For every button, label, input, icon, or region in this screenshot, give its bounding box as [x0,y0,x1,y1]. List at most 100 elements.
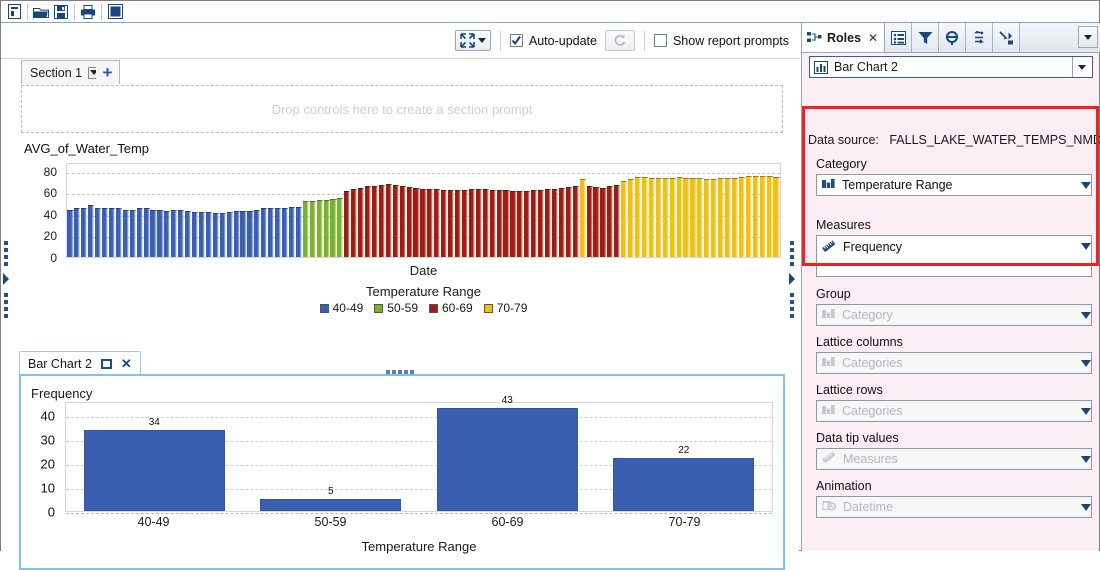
bar[interactable] [150,210,156,258]
chevron-down-icon[interactable] [1078,496,1094,518]
bar[interactable] [503,190,509,257]
bar[interactable] [531,190,537,257]
bar[interactable] [206,212,212,257]
bar[interactable] [746,176,752,257]
bar[interactable] [420,189,426,257]
fit-to-screen-button[interactable] [455,30,491,51]
bar[interactable] [144,208,150,257]
ranks-icon[interactable] [939,23,966,52]
bar[interactable] [109,208,115,257]
object-tab-bar-chart-2[interactable]: Bar Chart 2 ✕ [19,351,141,375]
bar[interactable] [427,189,433,257]
bar[interactable] [254,210,260,258]
bar[interactable] [718,178,724,257]
chevron-down-icon[interactable] [1078,304,1094,326]
legend-item[interactable]: 70-79 [484,301,528,315]
bar[interactable] [157,210,163,258]
bar[interactable] [400,186,406,257]
bar[interactable] [303,201,309,257]
bar[interactable] [441,190,447,257]
bar[interactable] [192,212,198,257]
bar[interactable] [573,186,579,257]
bar[interactable] [386,184,392,257]
bar[interactable] [413,188,419,257]
refresh-button[interactable] [605,30,635,51]
bar[interactable] [275,208,281,257]
section-prompt-dropzone[interactable]: Drop controls here to create a section p… [21,85,783,133]
bar[interactable] [330,199,336,257]
bar[interactable]: 22 [613,458,754,511]
bar[interactable] [81,208,87,257]
bar[interactable] [462,190,468,257]
bar[interactable] [753,176,759,257]
save-icon[interactable] [51,3,71,21]
bar[interactable] [337,198,343,257]
bar[interactable] [130,210,136,258]
bar-chart-2-object[interactable]: Frequency 010203040 3454322 40-4950-5960… [19,374,785,570]
bar[interactable] [116,208,122,257]
bar[interactable] [704,179,710,257]
bar[interactable] [67,210,73,258]
maximize-icon[interactable] [101,359,112,369]
bar[interactable] [476,189,482,257]
bar[interactable] [379,185,385,257]
tab-roles[interactable]: Roles ✕ [802,23,885,52]
bar[interactable] [566,187,572,257]
bar[interactable] [656,178,662,257]
bar[interactable] [635,177,641,257]
filters-icon[interactable] [912,23,939,52]
bar[interactable] [227,212,233,257]
add-section-button[interactable]: + [96,60,120,84]
role-field-box[interactable]: Datetime [816,496,1092,518]
bar[interactable] [732,178,738,257]
bar[interactable] [289,207,295,257]
bar[interactable] [683,178,689,257]
open-folder-icon[interactable] [31,3,51,21]
bar[interactable] [88,205,94,257]
bar[interactable] [773,177,779,257]
new-report-icon[interactable] [4,3,24,21]
tab-overflow-button[interactable] [1078,26,1098,48]
bar[interactable] [587,186,593,257]
bar[interactable] [95,208,101,257]
section-tab[interactable]: Section 1 [21,60,107,84]
role-field-box[interactable]: Category [816,304,1092,326]
left-panel-splitter[interactable] [1,241,11,361]
bar[interactable] [621,181,627,257]
bar[interactable] [469,189,475,257]
right-panel-splitter[interactable] [787,241,797,361]
bar[interactable] [614,185,620,257]
auto-update-checkbox[interactable] [510,34,523,47]
bar[interactable] [365,186,371,257]
bar[interactable] [739,177,745,257]
bar[interactable] [137,208,143,257]
bar[interactable] [725,178,731,257]
expand-left-panel-icon[interactable] [2,273,10,285]
bar[interactable] [213,213,219,257]
bar[interactable] [434,189,440,257]
bar[interactable] [220,213,226,257]
chevron-down-icon[interactable] [1078,400,1094,422]
object-selector-dropdown[interactable]: Bar Chart 2 [809,56,1093,78]
bar[interactable] [448,190,454,257]
close-icon[interactable]: ✕ [868,31,878,45]
bar[interactable] [760,176,766,257]
bar[interactable] [344,191,350,257]
bar[interactable] [552,189,558,257]
bar[interactable] [711,179,717,257]
legend-item[interactable]: 50-59 [374,301,418,315]
chevron-down-icon[interactable] [1078,352,1094,374]
chevron-down-icon[interactable] [1078,448,1094,470]
legend-item[interactable]: 60-69 [429,301,473,315]
show-panel-icon[interactable] [105,3,125,21]
show-report-prompts-checkbox[interactable] [654,34,667,47]
collapse-right-panel-icon[interactable] [788,273,796,285]
bar[interactable] [545,189,551,257]
bar[interactable]: 5 [260,499,401,511]
role-field-box[interactable]: Temperature Range [816,174,1092,196]
bar[interactable] [178,210,184,258]
bar[interactable]: 34 [84,430,225,511]
bar[interactable] [407,187,413,257]
bar[interactable] [282,208,288,257]
bar[interactable]: 43 [437,408,578,511]
